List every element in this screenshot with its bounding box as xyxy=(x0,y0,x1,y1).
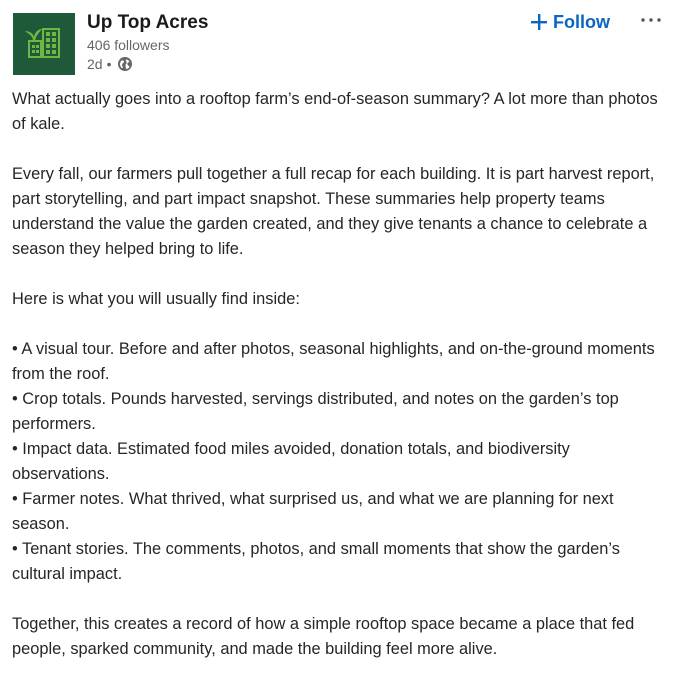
list-item: • Crop totals. Pounds harvested, serving… xyxy=(12,390,619,433)
post-closing: Together, this creates a record of how a… xyxy=(12,615,635,658)
post-meta: 2d • xyxy=(87,56,133,72)
list-intro: Here is what you will usually find insid… xyxy=(12,290,300,308)
follow-button[interactable]: Follow xyxy=(531,8,610,36)
post-time: 2d xyxy=(87,56,103,72)
follower-count: 406 followers xyxy=(87,37,170,53)
list-item: • Farmer notes. What thrived, what surpr… xyxy=(12,490,614,533)
plus-icon xyxy=(531,14,547,30)
post-intro: What actually goes into a rooftop farm’s… xyxy=(12,90,658,133)
list-item: • A visual tour. Before and after photos… xyxy=(12,340,655,383)
company-name[interactable]: Up Top Acres xyxy=(87,12,208,34)
follow-label: Follow xyxy=(553,11,610,32)
post-body: What actually goes into a rooftop farm’s… xyxy=(12,87,668,687)
feed-post: Up Top Acres 406 followers 2d • Follow W… xyxy=(0,0,682,679)
globe-icon xyxy=(117,56,133,72)
meta-separator: • xyxy=(106,56,112,72)
more-options-button[interactable] xyxy=(638,10,664,30)
bullet-list: • A visual tour. Before and after photos… xyxy=(12,337,668,587)
post-paragraph: Every fall, our farmers pull together a … xyxy=(12,165,655,258)
list-item: • Tenant stories. The comments, photos, … xyxy=(12,540,620,583)
building-garden-logo-icon xyxy=(13,13,75,75)
more-icon xyxy=(641,18,661,22)
list-item: • Impact data. Estimated food miles avoi… xyxy=(12,440,570,483)
company-logo[interactable] xyxy=(13,13,75,75)
